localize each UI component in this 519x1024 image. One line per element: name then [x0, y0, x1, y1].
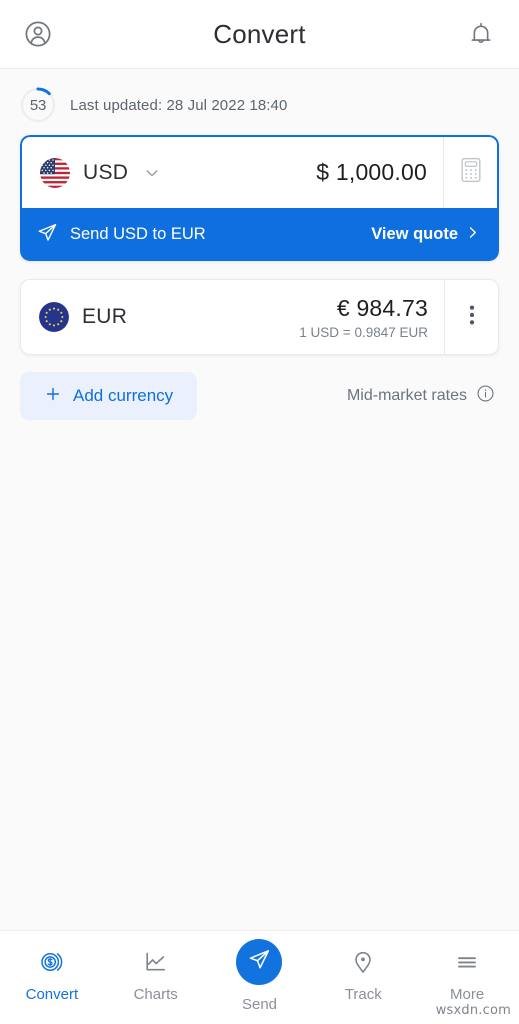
info-circle-icon[interactable]: [476, 384, 495, 408]
source-amount-area[interactable]: $ 1,000.00: [161, 137, 443, 208]
mid-market-label: Mid-market rates: [346, 387, 467, 404]
send-strip-label: Send USD to EUR: [70, 225, 206, 243]
site-watermark: wsxdn.com: [435, 1003, 511, 1018]
kebab-menu-icon: [469, 303, 475, 332]
source-currency-card[interactable]: USD $ 1,000.00: [20, 135, 499, 208]
line-chart-icon: [141, 945, 171, 979]
target-amount-area: € 984.73 1 USD = 0.9847 EUR: [127, 280, 444, 354]
view-quote-label: View quote: [371, 225, 458, 243]
target-currency-selector[interactable]: EUR: [21, 280, 127, 354]
target-amount-value: € 984.73: [336, 294, 428, 321]
add-currency-button[interactable]: Add currency: [20, 372, 198, 420]
convert-page: 53 Last updated: 28 Jul 2022 18:40 USD $…: [0, 68, 519, 930]
chevron-right-icon: [465, 225, 480, 245]
plus-icon: [44, 385, 62, 408]
source-currency-block: USD $ 1,000.00 Send USD to EUR View quot…: [20, 135, 499, 261]
nav-item-more[interactable]: More: [415, 945, 519, 1003]
paper-plane-icon: [248, 948, 271, 976]
send-fab-button[interactable]: [236, 939, 283, 985]
nav-item-charts[interactable]: Charts: [104, 945, 208, 1003]
bell-icon: [467, 20, 495, 48]
source-currency-code: USD: [83, 160, 129, 184]
hamburger-icon: [452, 945, 482, 979]
calculator-icon: [459, 156, 483, 189]
page-title: Convert: [213, 18, 306, 49]
nav-item-convert[interactable]: Convert: [0, 945, 104, 1003]
countdown-value: 53: [29, 96, 47, 114]
refresh-countdown[interactable]: 53: [20, 87, 56, 123]
eu-flag-icon: [39, 302, 69, 332]
view-quote-button[interactable]: View quote: [371, 225, 480, 245]
target-options-button[interactable]: [444, 280, 498, 354]
nav-label-charts: Charts: [133, 986, 178, 1003]
paper-plane-icon: [37, 222, 58, 248]
user-circle-icon: [23, 19, 53, 49]
target-currency-code: EUR: [82, 305, 128, 328]
currency-actions-row: Add currency Mid-market rates: [20, 372, 499, 420]
chevron-down-icon[interactable]: [143, 164, 161, 182]
profile-button[interactable]: [18, 14, 58, 54]
notifications-button[interactable]: [461, 14, 501, 54]
coin-dollar-icon: [37, 945, 67, 979]
source-amount-value[interactable]: $ 1,000.00: [316, 159, 427, 186]
nav-item-send[interactable]: Send: [208, 939, 312, 1013]
top-app-bar: Convert: [0, 0, 519, 68]
mid-market-rates-info[interactable]: Mid-market rates: [347, 384, 499, 408]
last-updated-text: Last updated: 28 Jul 2022 18:40: [70, 96, 288, 114]
nav-label-convert: Convert: [25, 986, 79, 1003]
calculator-button[interactable]: [443, 137, 497, 208]
add-currency-label: Add currency: [73, 386, 174, 405]
send-quote-strip[interactable]: Send USD to EUR View quote: [20, 208, 499, 261]
target-currency-card[interactable]: EUR € 984.73 1 USD = 0.9847 EUR: [20, 279, 499, 355]
us-flag-icon: [40, 157, 70, 188]
last-updated-row: 53 Last updated: 28 Jul 2022 18:40: [0, 69, 519, 135]
nav-label-more: More: [449, 986, 485, 1003]
map-pin-icon: [348, 945, 378, 979]
source-currency-selector[interactable]: USD: [22, 137, 161, 208]
nav-label-send: Send: [241, 996, 278, 1013]
nav-item-track[interactable]: Track: [311, 945, 415, 1003]
nav-label-track: Track: [344, 986, 382, 1003]
send-strip-left: Send USD to EUR: [37, 222, 206, 248]
exchange-rate-text: 1 USD = 0.9847 EUR: [299, 324, 428, 340]
